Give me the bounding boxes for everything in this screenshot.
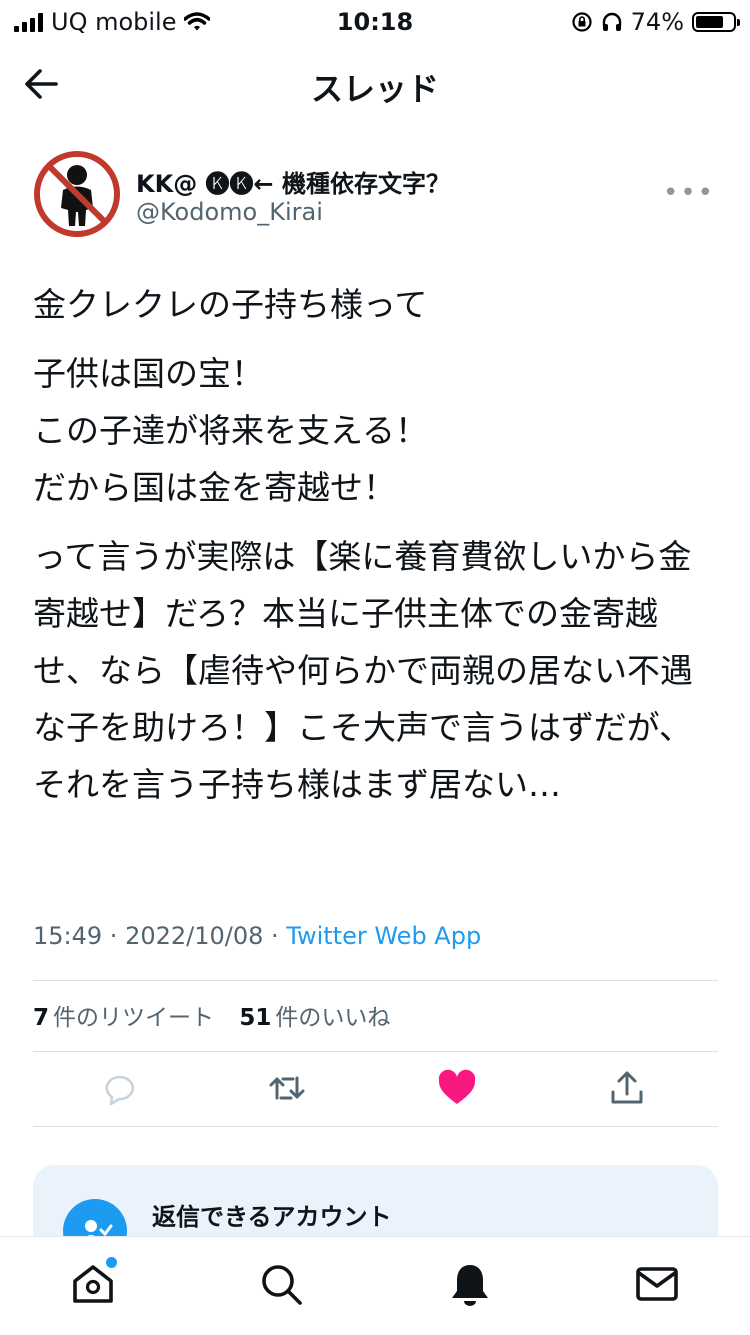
battery-icon [692, 12, 740, 32]
tweet-meta: 15:49 · 2022/10/08 · Twitter Web App [33, 922, 482, 950]
battery-percent: 74% [630, 8, 684, 36]
avatar[interactable] [33, 150, 121, 238]
tweet-time: 15:49 [33, 922, 103, 950]
headphones-icon [602, 12, 621, 31]
search-icon[interactable] [258, 1261, 304, 1307]
retweet-count: 7 [33, 1005, 50, 1031]
like-count: 51 [239, 1005, 272, 1031]
home-badge [106, 1257, 117, 1268]
divider [33, 980, 718, 981]
tweet-paragraph-2: 子供は国の宝！ この子達が将来を支える！ だから国は金を寄越せ！ [33, 354, 429, 507]
author-handle[interactable]: @Kodomo_Kirai [136, 198, 323, 226]
tweet-paragraph-3: って言うが実際は【楽に養育費欲しいから金寄越せ】だろ？本当に子供主体での金寄越せ… [33, 537, 693, 804]
more-options-icon[interactable]: ••• [663, 178, 715, 208]
tweet-date: 2022/10/08 [125, 922, 264, 950]
share-icon[interactable] [607, 1068, 647, 1108]
tweet-source-link[interactable]: Twitter Web App [286, 922, 481, 950]
battery-level [696, 16, 723, 28]
retweet-icon[interactable] [267, 1068, 307, 1108]
top-nav: スレッド [0, 42, 750, 126]
retweets-stat[interactable]: 7 件のリツイート [33, 1005, 214, 1031]
status-right: 74% [571, 8, 740, 36]
messages-icon[interactable] [634, 1261, 680, 1307]
author-name[interactable]: KK@ 🅚🅚← 機種依存文字？ [136, 164, 450, 199]
retweet-label: 件のリツイート [53, 1005, 215, 1031]
reply-card-title: 返信できるアカウント [152, 1203, 392, 1231]
tweet-header: KK@ 🅚🅚← 機種依存文字？ @Kodomo_Kirai ••• [33, 150, 723, 250]
tweet-actions [33, 1052, 718, 1126]
bottom-tab-bar [0, 1236, 750, 1335]
like-icon[interactable] [437, 1068, 477, 1108]
page-title: スレッド [310, 70, 439, 108]
notifications-icon[interactable] [447, 1261, 493, 1307]
home-icon[interactable] [70, 1261, 116, 1307]
tweet-paragraph-1: 金クレクレの子持ち様って [33, 285, 428, 324]
likes-stat[interactable]: 51 件のいいね [239, 1005, 390, 1031]
orientation-lock-icon [572, 12, 592, 32]
tweet-text: 金クレクレの子持ち様って 子供は国の宝！ この子達が将来を支える！ だから国は金… [33, 276, 723, 825]
reply-icon[interactable] [99, 1068, 139, 1108]
like-label: 件のいいね [275, 1005, 391, 1031]
divider [33, 1126, 718, 1127]
tweet-stats: 7 件のリツイート 51 件のいいね [33, 998, 390, 1032]
status-bar: UQ mobile 10:18 74% [0, 0, 750, 42]
